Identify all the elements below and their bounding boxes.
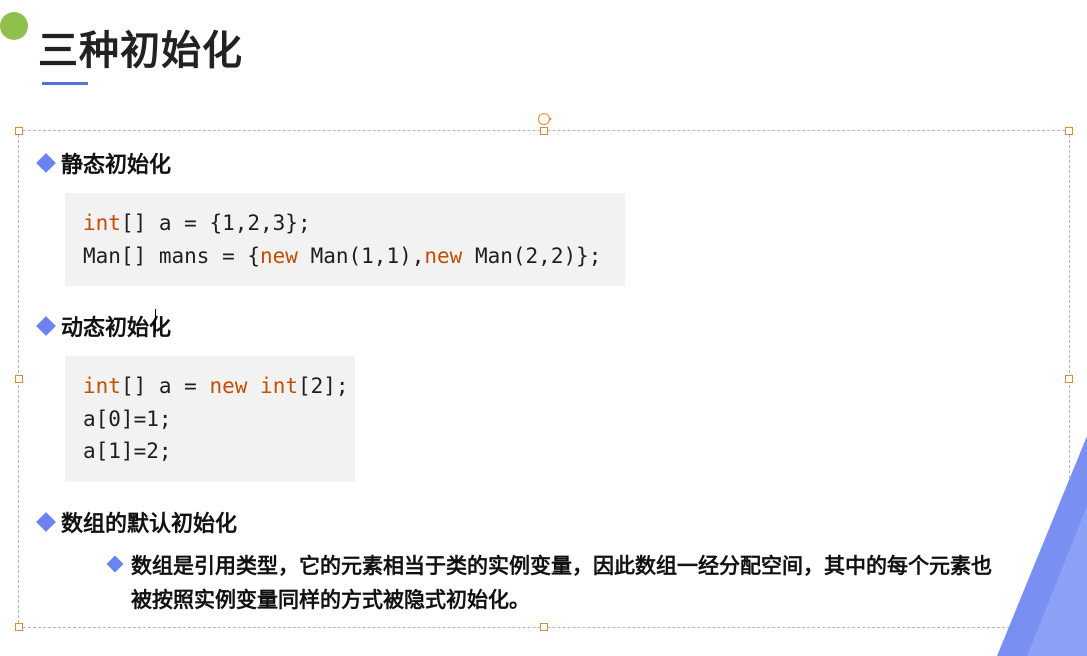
title-region: 三种初始化 xyxy=(38,18,243,76)
resize-handle[interactable] xyxy=(540,623,548,631)
section-heading: 静态初始化 xyxy=(37,147,1051,179)
code-block: int[] a = new int[2]; a[0]=1; a[1]=2; xyxy=(65,356,355,482)
code-line: int[] a = {1,2,3}; xyxy=(83,207,607,240)
code-text: Man(2,2)}; xyxy=(462,244,601,268)
text-caret xyxy=(155,309,156,333)
code-text: [] a = {1,2,3}; xyxy=(121,211,311,235)
diamond-bullet-icon xyxy=(36,316,56,336)
code-text: Man(1,1), xyxy=(298,244,424,268)
slide-title: 三种初始化 xyxy=(38,18,243,76)
resize-handle[interactable] xyxy=(1065,127,1073,135)
keyword: new xyxy=(260,244,298,268)
section-title: 静态初始化 xyxy=(61,147,171,179)
code-line: a[1]=2; xyxy=(83,435,337,468)
keyword: int xyxy=(83,211,121,235)
code-text: [] a = xyxy=(121,374,210,398)
section-heading: 数组的默认初始化 xyxy=(37,506,1051,538)
rotate-handle-icon[interactable] xyxy=(538,113,550,125)
diamond-bullet-icon xyxy=(107,555,124,572)
keyword: int xyxy=(83,374,121,398)
section-title: 数组的默认初始化 xyxy=(61,506,237,538)
section-heading: 动态初始化 xyxy=(37,310,1051,342)
keyword: new xyxy=(424,244,462,268)
resize-handle[interactable] xyxy=(15,375,23,383)
code-line: Man[] mans = {new Man(1,1),new Man(2,2)}… xyxy=(83,240,607,273)
keyword: new xyxy=(209,374,247,398)
resize-handle[interactable] xyxy=(1065,375,1073,383)
decorative-triangle xyxy=(1027,506,1087,656)
sub-bullet-text: 数组是引用类型，它的元素相当于类的实例变量，因此数组一经分配空间，其中的每个元素… xyxy=(131,550,1011,619)
code-line: a[0]=1; xyxy=(83,403,337,436)
title-accent-circle xyxy=(0,12,28,40)
resize-handle[interactable] xyxy=(540,127,548,135)
content-inner: 静态初始化 int[] a = {1,2,3}; Man[] mans = {n… xyxy=(19,131,1069,619)
code-text: Man[] mans = { xyxy=(83,244,260,268)
diamond-bullet-icon xyxy=(36,153,56,173)
code-block: int[] a = {1,2,3}; Man[] mans = {new Man… xyxy=(65,193,625,286)
resize-handle[interactable] xyxy=(15,623,23,631)
code-line: int[] a = new int[2]; xyxy=(83,370,337,403)
keyword: int xyxy=(260,374,298,398)
slide: 三种初始化 静态初始化 int[] a = {1,2,3}; Man[] man… xyxy=(0,0,1087,656)
code-text: [2]; xyxy=(298,374,349,398)
title-underline xyxy=(42,82,88,85)
diamond-bullet-icon xyxy=(36,512,56,532)
resize-handle[interactable] xyxy=(15,127,23,135)
sub-bullet: 数组是引用类型，它的元素相当于类的实例变量，因此数组一经分配空间，其中的每个元素… xyxy=(109,550,1011,619)
content-text-box[interactable]: 静态初始化 int[] a = {1,2,3}; Man[] mans = {n… xyxy=(18,130,1070,628)
code-text xyxy=(247,374,260,398)
